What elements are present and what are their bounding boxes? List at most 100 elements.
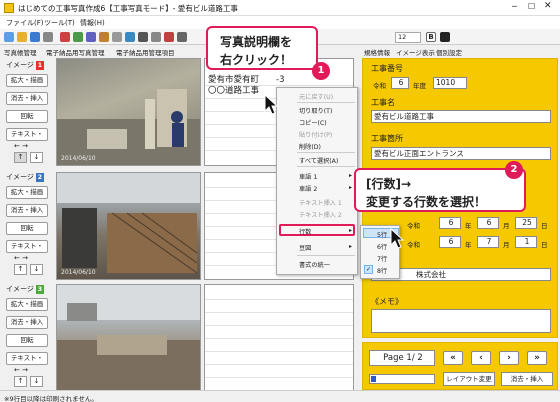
menu-item-select-all[interactable]: すべて選択(A) — [299, 156, 338, 165]
tab-photo-book[interactable]: 写真帳管理 — [4, 47, 37, 57]
down-arrow-icon[interactable]: ↓ — [30, 376, 43, 387]
menu-info[interactable]: 情報(H) — [80, 18, 105, 28]
menu-item-bean-diagram[interactable]: 豆図 — [299, 243, 311, 252]
photo-date: 2014/06/10 — [61, 269, 96, 276]
row-option-6[interactable]: 6行 — [377, 242, 387, 251]
to-day-field[interactable]: 1 — [515, 236, 537, 248]
erase-insert-button[interactable]: 消去・挿入 — [501, 372, 553, 386]
erase-insert-button[interactable]: 消去・挿入 — [6, 316, 48, 329]
tool-icon[interactable] — [125, 32, 135, 42]
open-icon[interactable] — [17, 32, 27, 42]
menu-item-term-2[interactable]: 車語 2 — [299, 184, 317, 193]
kouji-kasho-label: 工事箇所 — [371, 134, 403, 143]
tool-icon[interactable] — [99, 32, 109, 42]
row-option-5[interactable]: 5行 — [377, 230, 387, 239]
layout-change-button[interactable]: レイアウト変更 — [443, 372, 495, 386]
tab-image-view[interactable]: イメージ表示 — [396, 47, 435, 57]
nichi-label: 日 — [541, 222, 548, 230]
rotate-button[interactable]: 回転 — [6, 334, 48, 347]
kouji-mei-field[interactable]: 愛有ビル道路工事 — [371, 110, 551, 123]
kouji-kasho-field[interactable]: 愛有ビル正面エントランス — [371, 147, 551, 160]
photo-1[interactable]: 2014/06/10 — [56, 58, 201, 166]
from-day-field[interactable]: 25 — [515, 217, 537, 229]
menu-item-paste[interactable]: 貼り付け(P) — [299, 130, 332, 139]
menu-item-term-1[interactable]: 車語 1 — [299, 172, 317, 181]
row-count-highlight — [279, 224, 355, 236]
rotate-button[interactable]: 回転 — [6, 110, 48, 123]
erase-insert-button[interactable]: 消去・挿入 — [6, 92, 48, 105]
row-option-7[interactable]: 7行 — [377, 254, 387, 263]
to-year-field[interactable]: 6 — [439, 236, 461, 248]
zoom-draw-button[interactable]: 拡大・描画 — [6, 298, 48, 311]
nen-label: 年 — [465, 222, 472, 230]
up-arrow-icon[interactable]: ↑ — [14, 376, 27, 387]
tab-management-items[interactable]: 電子納品用管理項目 — [116, 47, 175, 57]
memo-field[interactable] — [371, 309, 551, 333]
text-button[interactable]: テキスト・ — [6, 240, 48, 253]
menu-item-cut[interactable]: 切り取り(T) — [299, 106, 332, 115]
tab-individual-settings[interactable]: 個別設定 — [436, 47, 462, 57]
close-icon[interactable]: ✕ — [544, 1, 552, 11]
first-page-icon[interactable]: « — [443, 351, 463, 365]
menu-item-delete[interactable]: 削除(D) — [299, 142, 321, 151]
photo-3[interactable] — [56, 284, 201, 392]
nichi-label: 日 — [541, 241, 548, 249]
color-icon[interactable] — [440, 32, 450, 42]
menu-file[interactable]: ファイル(F) — [6, 18, 44, 28]
text-button[interactable]: テキスト・ — [6, 128, 48, 141]
year-field[interactable]: 6 — [391, 77, 409, 89]
font-size-select[interactable]: 12 — [395, 32, 421, 43]
code-field[interactable]: 1010 — [433, 77, 467, 89]
menu-item-row-count[interactable]: 行数 — [299, 227, 311, 236]
save-icon[interactable] — [30, 32, 40, 42]
tool-icon[interactable] — [112, 32, 122, 42]
left-right-arrows-icon[interactable]: ← → — [14, 366, 28, 374]
mouse-cursor-icon — [390, 228, 404, 249]
zoom-draw-button[interactable]: 拡大・描画 — [6, 186, 48, 199]
down-arrow-icon[interactable]: ↓ — [30, 152, 43, 163]
menu-item-unify-format[interactable]: 書式の統一 — [299, 260, 330, 269]
slider-thumb[interactable] — [371, 376, 376, 382]
tool-icon[interactable] — [151, 32, 161, 42]
up-arrow-icon[interactable]: ↑ — [14, 264, 27, 275]
tab-spec-info[interactable]: 規格情報 — [364, 47, 390, 57]
from-year-field[interactable]: 6 — [439, 217, 461, 229]
description-box-3[interactable] — [204, 284, 354, 392]
to-month-field[interactable]: 7 — [477, 236, 499, 248]
minimize-icon[interactable]: ─ — [512, 2, 517, 11]
row-option-8[interactable]: 8行 — [377, 266, 387, 275]
down-arrow-icon[interactable]: ↓ — [30, 264, 43, 275]
text-button[interactable]: テキスト・ — [6, 352, 48, 365]
tool-icon[interactable] — [60, 32, 70, 42]
tool-icon[interactable] — [73, 32, 83, 42]
left-right-arrows-icon[interactable]: ← → — [14, 254, 28, 262]
up-arrow-icon[interactable]: ↑ — [14, 152, 27, 163]
page-slider[interactable] — [369, 374, 435, 384]
menu-item-undo[interactable]: 元に戻す(U) — [299, 92, 333, 101]
print-icon[interactable] — [43, 32, 53, 42]
menu-tools[interactable]: ツール(T) — [44, 18, 75, 28]
tool-icon[interactable] — [138, 32, 148, 42]
tool-icon[interactable] — [164, 32, 174, 42]
step-number-1: 1 — [312, 62, 330, 80]
new-icon[interactable] — [4, 32, 14, 42]
mouse-cursor-icon — [264, 94, 278, 115]
from-month-field[interactable]: 6 — [477, 217, 499, 229]
menu-item-copy[interactable]: コピー(C) — [299, 118, 327, 127]
last-page-icon[interactable]: » — [527, 351, 547, 365]
tab-photo-management[interactable]: 電子納品用写真管理 — [46, 47, 105, 57]
maximize-icon[interactable]: ☐ — [528, 2, 535, 11]
prev-page-icon[interactable]: ‹ — [471, 351, 491, 365]
tool-icon[interactable] — [177, 32, 187, 42]
bold-icon[interactable]: B — [426, 32, 436, 42]
rotate-button[interactable]: 回転 — [6, 222, 48, 235]
zoom-draw-button[interactable]: 拡大・描画 — [6, 74, 48, 87]
tool-icon[interactable] — [86, 32, 96, 42]
photo-2[interactable]: 2014/06/10 — [56, 172, 201, 280]
erase-insert-button[interactable]: 消去・挿入 — [6, 204, 48, 217]
left-right-arrows-icon[interactable]: ← → — [14, 142, 28, 150]
menu-item-text-insert-1[interactable]: テキスト挿入 1 — [299, 198, 342, 207]
menu-item-text-insert-2[interactable]: テキスト挿入 2 — [299, 210, 342, 219]
submenu-arrow-icon: ▸ — [349, 243, 353, 250]
next-page-icon[interactable]: › — [499, 351, 519, 365]
